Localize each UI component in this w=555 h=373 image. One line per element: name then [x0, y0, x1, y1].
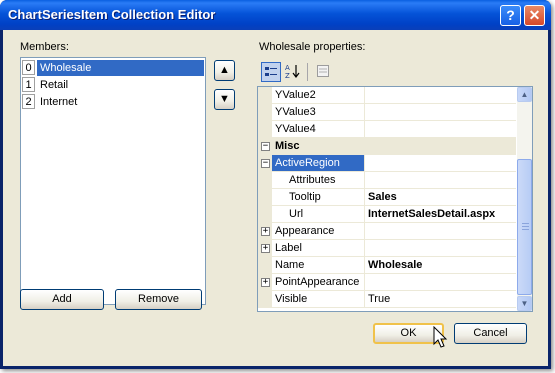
property-name: Tooltip	[272, 189, 365, 206]
property-row[interactable]: YValue4	[258, 121, 516, 138]
arrow-down-icon: ▼	[219, 93, 230, 105]
property-row[interactable]: + PointAppearance	[258, 274, 516, 291]
member-index: 1	[22, 77, 35, 92]
property-row[interactable]: Url InternetSalesDetail.aspx	[258, 206, 516, 223]
property-name: Visible	[272, 291, 365, 308]
property-name: ActiveRegion	[272, 155, 365, 172]
property-value[interactable]	[365, 155, 516, 172]
property-value[interactable]	[365, 104, 516, 121]
property-value[interactable]	[365, 223, 516, 240]
help-button[interactable]: ?	[500, 5, 521, 26]
scrollbar-thumb[interactable]	[517, 159, 532, 295]
property-row[interactable]: Visible True	[258, 291, 516, 308]
property-value[interactable]	[365, 240, 516, 257]
category-label: Misc	[275, 140, 300, 152]
property-name: Url	[272, 206, 365, 223]
members-label: Members:	[20, 41, 69, 53]
property-name: Label	[272, 240, 365, 257]
property-grid-toolbar: A Z	[257, 60, 533, 84]
collapse-icon[interactable]: −	[261, 159, 270, 168]
property-name: Name	[272, 257, 365, 274]
property-value[interactable]	[365, 274, 516, 291]
property-value[interactable]	[365, 87, 516, 104]
property-value[interactable]: Sales	[365, 189, 516, 206]
list-item[interactable]: 0 Wholesale	[22, 60, 204, 76]
property-row[interactable]: Tooltip Sales	[258, 189, 516, 206]
property-row[interactable]: Attributes	[258, 172, 516, 189]
svg-text:Z: Z	[285, 72, 290, 79]
property-row[interactable]: YValue2	[258, 87, 516, 104]
property-name: YValue3	[272, 104, 365, 121]
property-value[interactable]: Wholesale	[365, 257, 516, 274]
property-row[interactable]: Name Wholesale	[258, 257, 516, 274]
mouse-cursor-icon	[433, 326, 448, 348]
title-bar[interactable]: ChartSeriesItem Collection Editor ? ✕	[0, 0, 551, 30]
property-grid[interactable]: YValue2 YValue3 YValue4 − Misc − ActiveR…	[257, 86, 533, 312]
move-up-button[interactable]: ▲	[214, 60, 235, 81]
property-pages-icon[interactable]	[313, 62, 333, 82]
close-button[interactable]: ✕	[524, 5, 545, 26]
remove-button[interactable]: Remove	[115, 289, 202, 310]
cancel-button[interactable]: Cancel	[454, 323, 527, 344]
property-value[interactable]: InternetSalesDetail.aspx	[365, 206, 516, 223]
property-name: Attributes	[272, 172, 365, 189]
dialog-body: Members: 0 Wholesale 1 Retail 2 Internet…	[3, 30, 548, 366]
expand-icon[interactable]: +	[261, 227, 270, 236]
member-index: 2	[22, 94, 35, 109]
property-name: YValue4	[272, 121, 365, 138]
members-list[interactable]: 0 Wholesale 1 Retail 2 Internet	[20, 57, 206, 305]
property-row[interactable]: + Label	[258, 240, 516, 257]
add-button[interactable]: Add	[20, 289, 104, 310]
expand-icon[interactable]: +	[261, 244, 270, 253]
collapse-icon[interactable]: −	[261, 142, 270, 151]
svg-text:A: A	[285, 64, 290, 72]
scroll-down-icon[interactable]: ▼	[517, 296, 532, 311]
member-name: Wholesale	[37, 60, 204, 76]
categorized-icon[interactable]	[261, 62, 281, 82]
property-row[interactable]: + Appearance	[258, 223, 516, 240]
alphabetical-icon[interactable]: A Z	[283, 62, 303, 82]
property-row[interactable]: YValue3	[258, 104, 516, 121]
vertical-scrollbar[interactable]: ▲ ▼	[517, 87, 532, 311]
list-item[interactable]: 1 Retail	[22, 77, 204, 93]
list-item[interactable]: 2 Internet	[22, 94, 204, 110]
member-name: Retail	[40, 79, 69, 91]
member-name: Internet	[40, 96, 78, 108]
move-down-button[interactable]: ▼	[214, 89, 235, 110]
property-name: Appearance	[272, 223, 365, 240]
arrow-up-icon: ▲	[219, 64, 230, 76]
property-row[interactable]: − ActiveRegion	[258, 155, 516, 172]
property-value[interactable]: True	[365, 291, 516, 308]
window-title: ChartSeriesItem Collection Editor	[8, 7, 216, 22]
property-value[interactable]	[365, 172, 516, 189]
properties-label: Wholesale properties:	[259, 41, 366, 53]
scroll-up-icon[interactable]: ▲	[517, 87, 532, 102]
category-row[interactable]: − Misc	[258, 138, 516, 155]
property-name: PointAppearance	[272, 274, 365, 291]
dialog-window: ChartSeriesItem Collection Editor ? ✕ Me…	[0, 0, 551, 369]
member-index: 0	[22, 60, 35, 75]
expand-icon[interactable]: +	[261, 278, 270, 287]
property-value[interactable]	[365, 121, 516, 138]
toolbar-divider	[307, 63, 308, 81]
property-name: YValue2	[272, 87, 365, 104]
